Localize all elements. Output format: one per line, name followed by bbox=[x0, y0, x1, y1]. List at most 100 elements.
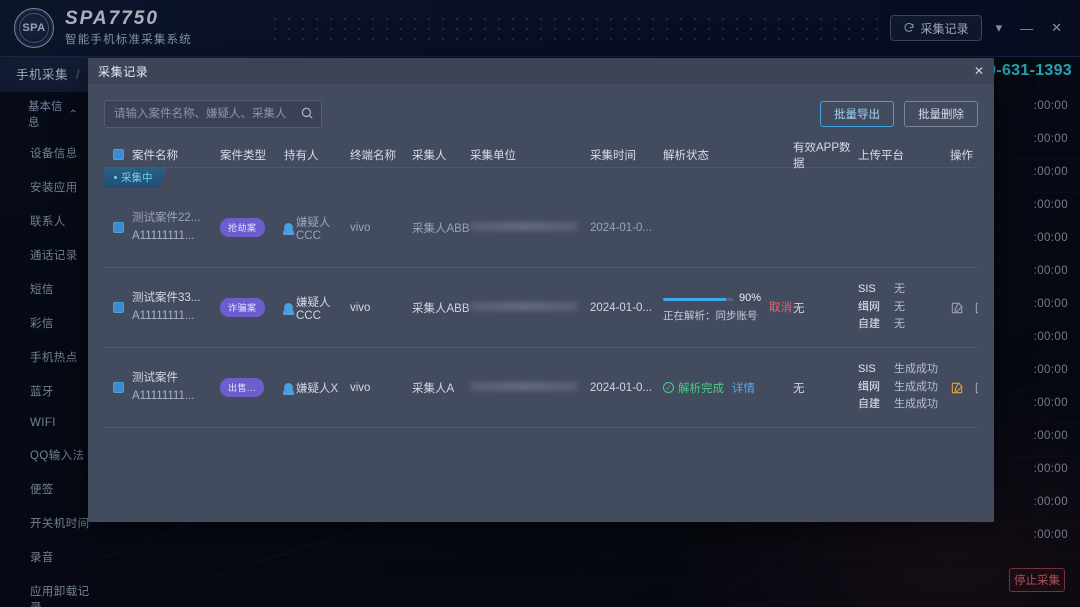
platform-row: SIS 无 bbox=[858, 281, 950, 299]
detail-link[interactable]: 详情 bbox=[732, 380, 755, 396]
platform-key: 自建 bbox=[858, 318, 880, 331]
dialog-title: 采集记录 bbox=[98, 64, 149, 79]
row-actions-cell bbox=[950, 301, 978, 315]
terminal-cell: vivo bbox=[350, 382, 412, 394]
column-header-8: 有效APP数据 bbox=[793, 142, 851, 170]
progress-label: 正在解析：同步账号 bbox=[663, 309, 758, 322]
table-row[interactable]: 测试案件 A11111111... 出售... 嫌疑人X vivo 采集人A 2024-01… bbox=[104, 348, 978, 428]
case-type-badge: 出售... bbox=[220, 378, 265, 397]
platform-row: 缉网 生成成功 bbox=[858, 379, 950, 397]
case-name-cell: 测试案件22... A11111111... bbox=[132, 210, 220, 246]
external-link-icon[interactable] bbox=[974, 301, 978, 315]
column-header-5: 采集单位 bbox=[470, 149, 516, 162]
edit-icon[interactable] bbox=[950, 301, 964, 315]
dialog-header: 采集记录 ✕ bbox=[88, 58, 994, 84]
application-window: SPA SPA7750 智能手机标准采集系统 采集记录 ▾ — ✕ 手机采集 /… bbox=[0, 0, 1080, 607]
holder-cell: 嫌疑人CCC bbox=[283, 294, 350, 322]
terminal-cell: vivo bbox=[350, 222, 412, 234]
unit-cell bbox=[470, 381, 590, 394]
row-select-cell bbox=[104, 222, 132, 233]
redacted-unit bbox=[470, 301, 578, 311]
column-header-2: 持有人 bbox=[284, 149, 319, 162]
upload-platform-cell: SIS 生成成功 缉网 生成成功 自建 生成成功 bbox=[858, 361, 950, 414]
holder-name: 嫌疑人CCC bbox=[296, 296, 331, 322]
platform-key: SIS bbox=[858, 362, 876, 375]
operator-name: 采集人ABB bbox=[412, 302, 470, 315]
case-type-badge: 抢劫案 bbox=[220, 218, 265, 237]
platform-value: 无 bbox=[894, 318, 905, 331]
case-type-badge: 诈骗案 bbox=[220, 298, 265, 317]
column-header-3: 终端名称 bbox=[350, 149, 396, 162]
platform-value: 生成成功 bbox=[894, 362, 938, 375]
upload-platform-cell: SIS 无缉网无自建无 bbox=[858, 281, 950, 334]
case-type-cell: 出售... bbox=[220, 378, 284, 397]
row-select-cell bbox=[104, 302, 132, 313]
operator-cell: 采集人ABB bbox=[412, 220, 470, 236]
search-input[interactable] bbox=[104, 100, 322, 128]
app-data-cell: 无 bbox=[793, 380, 858, 396]
app-data-value: 无 bbox=[793, 302, 805, 315]
collect-time-cell: 2024-01-0... bbox=[590, 382, 663, 394]
edit-icon[interactable] bbox=[950, 381, 964, 395]
table-header-row: 案件名称 案件类型 持有人 终端名称 采集人 采集单位 采集时间 解析状态 有效APP数据 上传平… bbox=[104, 142, 978, 170]
tab-collecting[interactable]: 采集中 bbox=[104, 168, 167, 188]
batch-delete-button[interactable]: 批量删除 bbox=[904, 101, 978, 127]
collection-records-dialog: 采集记录 ✕ 批量导出 批量删除 bbox=[88, 58, 994, 522]
operator-cell: 采集人A bbox=[412, 380, 470, 396]
toolbar-actions: 批量导出 批量删除 bbox=[820, 101, 978, 127]
check-circle-icon: ✓ bbox=[663, 382, 674, 393]
batch-export-button[interactable]: 批量导出 bbox=[820, 101, 894, 127]
person-icon bbox=[283, 303, 294, 315]
case-number: A11111111... bbox=[132, 389, 195, 402]
app-data-cell: 无 bbox=[793, 300, 858, 316]
app-data-value: 无 bbox=[793, 382, 805, 395]
redacted-unit bbox=[470, 381, 578, 391]
operator-name: 采集人ABB bbox=[412, 222, 470, 235]
unit-cell bbox=[470, 301, 590, 314]
table-body: 测试案件22... A11111111... 抢劫案 嫌疑人CCC vivo 采集人ABB… bbox=[104, 188, 978, 522]
platform-value: 生成成功 bbox=[894, 398, 938, 411]
person-icon bbox=[283, 223, 294, 235]
case-name-cell: 测试案件 A11111111... bbox=[132, 370, 220, 406]
collect-time: 2024-01-0... bbox=[590, 301, 653, 314]
terminal-name: vivo bbox=[350, 221, 371, 234]
holder-name: 嫌疑人X bbox=[296, 382, 339, 395]
close-icon[interactable]: ✕ bbox=[974, 65, 984, 77]
select-all-checkbox[interactable] bbox=[112, 149, 124, 160]
row-select-cell bbox=[104, 382, 132, 393]
case-name-cell: 测试案件33... A11111111... bbox=[132, 290, 220, 326]
row-checkbox[interactable] bbox=[112, 222, 124, 233]
parse-progress: 90% 正在解析：同步账号 bbox=[663, 290, 761, 324]
dialog-body: 批量导出 批量删除 案件名称 案件类型 持有人 终端名称 采集人 采集单位 采集时间 解析状态… bbox=[88, 84, 994, 522]
row-actions-cell bbox=[950, 381, 978, 395]
unit-cell bbox=[470, 221, 590, 234]
table-row[interactable]: 测试案件33... A11111111... 诈骗案 嫌疑人CCC vivo 采集人ABB… bbox=[104, 268, 978, 348]
holder-cell: 嫌疑人CCC bbox=[283, 214, 350, 242]
row-checkbox[interactable] bbox=[112, 302, 124, 313]
table-row[interactable]: 测试案件22... A11111111... 抢劫案 嫌疑人CCC vivo 采集人ABB… bbox=[104, 188, 978, 268]
records-table: 案件名称 案件类型 持有人 终端名称 采集人 采集单位 采集时间 解析状态 有效APP数据 上传平… bbox=[104, 142, 978, 522]
operator-cell: 采集人ABB bbox=[412, 300, 470, 316]
platform-value: 无 bbox=[894, 282, 905, 295]
column-header-9: 上传平台 bbox=[858, 149, 904, 162]
parse-status-cell: 90% 正在解析：同步账号 取消 bbox=[663, 290, 793, 324]
row-checkbox[interactable] bbox=[112, 382, 124, 393]
progress-fill bbox=[663, 297, 726, 301]
progress-percent: 90% bbox=[739, 292, 762, 305]
cancel-parse-link[interactable]: 取消 bbox=[769, 299, 792, 315]
search-icon[interactable] bbox=[300, 106, 314, 120]
parse-complete: ✓ 解析完成 bbox=[663, 380, 724, 396]
platform-row: 自建 生成成功 bbox=[858, 396, 950, 414]
holder-wrap: 嫌疑人X bbox=[283, 380, 350, 396]
case-name: 测试案件 bbox=[132, 371, 178, 384]
terminal-cell: vivo bbox=[350, 302, 412, 314]
parse-complete-label: 解析完成 bbox=[678, 382, 724, 395]
external-link-icon[interactable] bbox=[974, 381, 978, 395]
collect-time: 2024-01-0... bbox=[590, 221, 653, 234]
platform-value: 生成成功 bbox=[894, 380, 938, 393]
dialog-toolbar: 批量导出 批量删除 bbox=[104, 96, 978, 132]
case-type-cell: 诈骗案 bbox=[220, 298, 284, 317]
column-header-1: 案件类型 bbox=[220, 149, 266, 162]
tab-collecting-label: 采集中 bbox=[121, 172, 153, 184]
column-header-4: 采集人 bbox=[412, 149, 447, 162]
